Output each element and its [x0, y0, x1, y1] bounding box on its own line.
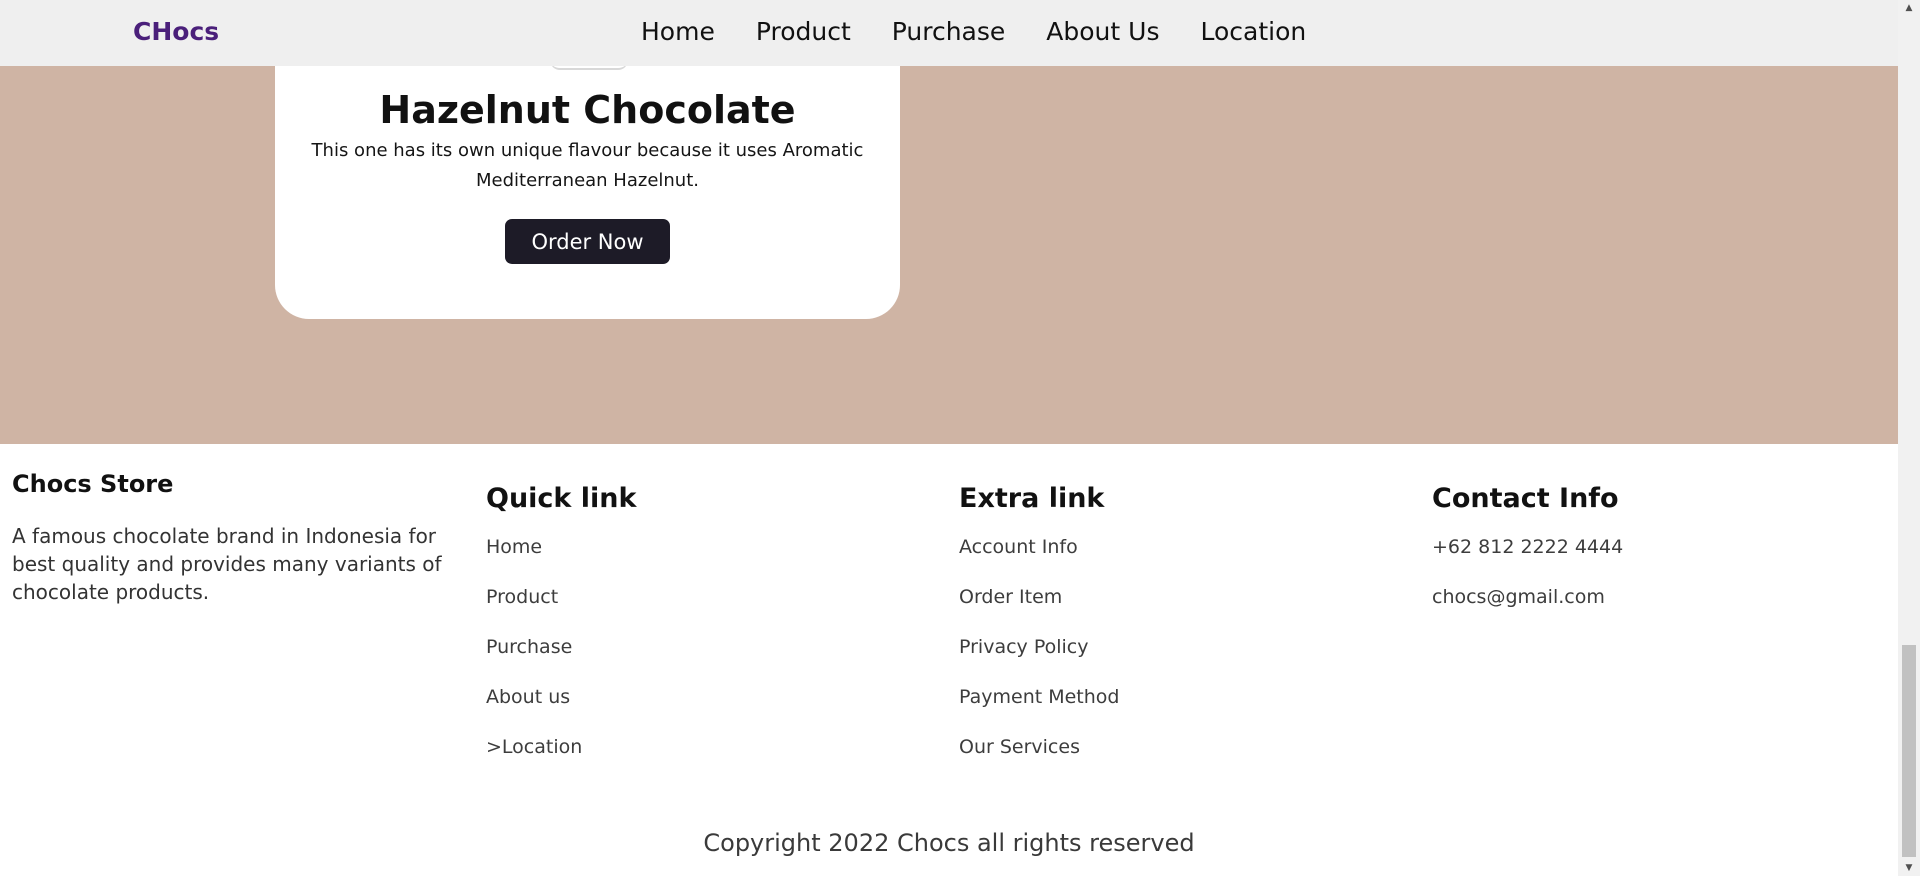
- brand-logo[interactable]: CHocs: [133, 17, 219, 46]
- nav-link-about-us[interactable]: About Us: [1046, 17, 1159, 46]
- footer-contact-info: Contact Info +62 812 2222 4444 chocs@gma…: [1432, 483, 1623, 636]
- scroll-up-arrow-icon[interactable]: ▲: [1898, 0, 1920, 16]
- contact-email[interactable]: chocs@gmail.com: [1432, 586, 1623, 636]
- footer-extra-links: Extra link Account Info Order Item Priva…: [959, 483, 1119, 786]
- footer-about: Chocs Store A famous chocolate brand in …: [12, 470, 452, 606]
- extra-link-account-info[interactable]: Account Info: [959, 536, 1119, 586]
- product-description: This one has its own unique flavour beca…: [311, 140, 864, 191]
- contact-info-title: Contact Info: [1432, 483, 1619, 514]
- quick-link-location[interactable]: >Location: [486, 736, 636, 786]
- product-title: Hazelnut Chocolate: [379, 88, 796, 132]
- order-now-button[interactable]: Order Now: [505, 219, 670, 264]
- product-card: Hazelnut Chocolate This one has its own …: [275, 66, 900, 319]
- extra-link-our-services[interactable]: Our Services: [959, 736, 1119, 786]
- contact-phone[interactable]: +62 812 2222 4444: [1432, 536, 1623, 586]
- contact-info-list: +62 812 2222 4444 chocs@gmail.com: [1432, 536, 1623, 636]
- nav-link-purchase[interactable]: Purchase: [892, 17, 1006, 46]
- quick-link-about-us[interactable]: About us: [486, 686, 636, 736]
- extra-link-title: Extra link: [959, 483, 1105, 514]
- quick-link-product[interactable]: Product: [486, 586, 636, 636]
- quick-link-home[interactable]: Home: [486, 536, 636, 586]
- top-navbar: CHocs Home Product Purchase About Us Loc…: [0, 0, 1898, 66]
- nav-links: Home Product Purchase About Us Location: [641, 17, 1306, 46]
- quick-link-purchase[interactable]: Purchase: [486, 636, 636, 686]
- nav-link-location[interactable]: Location: [1200, 17, 1306, 46]
- extra-link-order-item[interactable]: Order Item: [959, 586, 1119, 636]
- quick-link-title: Quick link: [486, 483, 637, 514]
- extra-link-privacy-policy[interactable]: Privacy Policy: [959, 636, 1119, 686]
- extra-link-list: Account Info Order Item Privacy Policy P…: [959, 536, 1119, 786]
- quick-link-list: Home Product Purchase About us >Location: [486, 536, 636, 786]
- footer-about-title: Chocs Store: [12, 470, 174, 498]
- copyright-text: Copyright 2022 Chocs all rights reserved: [703, 829, 1195, 857]
- scrollbar-thumb[interactable]: [1902, 645, 1916, 857]
- footer-about-description: A famous chocolate brand in Indonesia fo…: [12, 524, 442, 604]
- nav-link-home[interactable]: Home: [641, 17, 715, 46]
- nav-link-product[interactable]: Product: [756, 17, 851, 46]
- product-section: Hazelnut Chocolate This one has its own …: [0, 66, 1898, 444]
- scroll-down-arrow-icon[interactable]: ▼: [1898, 860, 1920, 876]
- extra-link-payment-method[interactable]: Payment Method: [959, 686, 1119, 736]
- footer-quick-links: Quick link Home Product Purchase About u…: [486, 483, 636, 786]
- page-scrollbar[interactable]: ▲ ▼: [1898, 0, 1920, 876]
